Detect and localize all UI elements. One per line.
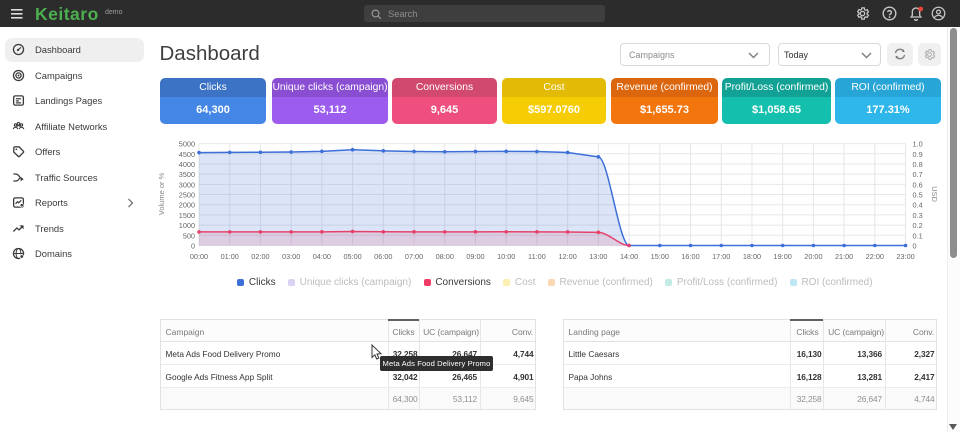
svg-text:5000: 5000: [179, 140, 195, 149]
svg-text:18:00: 18:00: [743, 252, 761, 261]
svg-text:17:00: 17:00: [712, 252, 730, 261]
svg-text:0.4: 0.4: [913, 201, 923, 210]
svg-text:02:00: 02:00: [251, 252, 269, 261]
svg-text:0.7: 0.7: [913, 170, 923, 179]
svg-text:4500: 4500: [179, 150, 195, 159]
svg-text:03:00: 03:00: [282, 252, 300, 261]
svg-text:23:00: 23:00: [896, 252, 914, 261]
svg-text:11:00: 11:00: [528, 252, 546, 261]
svg-text:21:00: 21:00: [835, 252, 853, 261]
svg-text:08:00: 08:00: [436, 252, 454, 261]
svg-text:13:00: 13:00: [589, 252, 607, 261]
svg-text:2000: 2000: [179, 201, 195, 210]
svg-text:USD: USD: [930, 186, 939, 202]
svg-text:04:00: 04:00: [313, 252, 331, 261]
svg-text:1000: 1000: [179, 221, 195, 230]
svg-text:0.6: 0.6: [913, 180, 923, 189]
svg-text:00:00: 00:00: [190, 252, 208, 261]
svg-text:1.0: 1.0: [913, 140, 923, 149]
svg-text:0: 0: [913, 242, 917, 251]
svg-text:15:00: 15:00: [651, 252, 669, 261]
svg-text:0.8: 0.8: [913, 160, 923, 169]
svg-text:07:00: 07:00: [405, 252, 423, 261]
svg-text:2500: 2500: [179, 191, 195, 200]
svg-text:01:00: 01:00: [221, 252, 239, 261]
svg-text:500: 500: [183, 231, 195, 240]
svg-text:22:00: 22:00: [866, 252, 884, 261]
svg-text:20:00: 20:00: [804, 252, 822, 261]
svg-text:0.3: 0.3: [913, 211, 923, 220]
svg-text:19:00: 19:00: [774, 252, 792, 261]
svg-text:4000: 4000: [179, 160, 195, 169]
svg-text:0.5: 0.5: [913, 191, 923, 200]
svg-text:0.1: 0.1: [913, 231, 923, 240]
svg-text:06:00: 06:00: [374, 252, 392, 261]
svg-text:1500: 1500: [179, 211, 195, 220]
svg-text:3000: 3000: [179, 180, 195, 189]
svg-text:09:00: 09:00: [466, 252, 484, 261]
svg-text:Volume or %: Volume or %: [157, 172, 166, 215]
svg-text:12:00: 12:00: [559, 252, 577, 261]
svg-text:0: 0: [191, 242, 195, 251]
svg-text:10:00: 10:00: [497, 252, 515, 261]
svg-text:0.2: 0.2: [913, 221, 923, 230]
svg-text:05:00: 05:00: [343, 252, 361, 261]
svg-text:16:00: 16:00: [681, 252, 699, 261]
svg-text:14:00: 14:00: [620, 252, 638, 261]
svg-text:3500: 3500: [179, 170, 195, 179]
svg-text:0.9: 0.9: [913, 150, 923, 159]
